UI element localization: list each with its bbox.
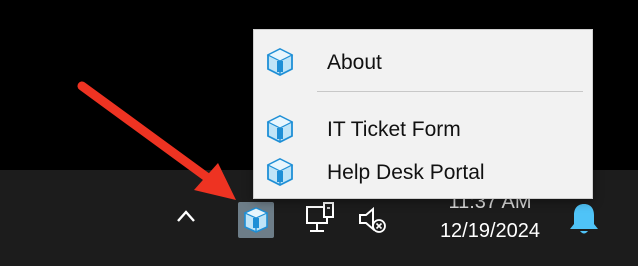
menu-item-label: IT Ticket Form — [327, 118, 461, 141]
chevron-up-icon — [177, 210, 195, 222]
tray-app-icon-button[interactable] — [238, 202, 274, 238]
clock-date: 12/19/2024 — [439, 220, 541, 242]
app-box-icon — [266, 114, 294, 144]
menu-item-it-ticket-form[interactable]: IT Ticket Form — [254, 109, 592, 149]
notifications-button[interactable] — [567, 200, 601, 238]
tray-context-menu: About IT Ticket Form Help Desk Portal — [253, 29, 593, 199]
app-box-icon — [266, 157, 294, 187]
app-box-icon — [266, 47, 294, 77]
show-hidden-icons-button[interactable] — [171, 201, 201, 231]
menu-item-help-desk-portal[interactable]: Help Desk Portal — [254, 152, 592, 192]
menu-item-about[interactable]: About — [254, 42, 592, 82]
volume-muted-icon — [359, 206, 386, 233]
network-icon — [306, 202, 334, 232]
menu-item-label: About — [327, 51, 382, 74]
notification-bell-icon — [570, 204, 598, 234]
menu-item-label: Help Desk Portal — [327, 161, 485, 184]
volume-button[interactable] — [355, 202, 391, 238]
network-status-button[interactable] — [300, 200, 340, 240]
menu-separator — [317, 91, 583, 92]
app-box-icon — [243, 207, 269, 233]
